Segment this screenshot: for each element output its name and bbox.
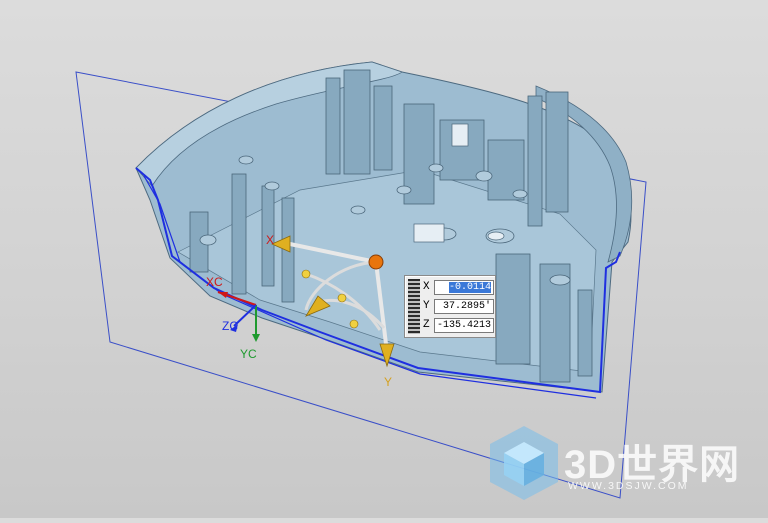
y-coordinate-row: Y 37.2895' [423, 299, 495, 316]
z-coordinate-field[interactable]: -135.4213 [434, 318, 494, 333]
rotate-handle[interactable] [337, 293, 347, 303]
yc-label: YC [240, 347, 257, 361]
manipulator-x-label: X [266, 233, 274, 247]
cube-logo-icon [490, 426, 558, 500]
rotate-handle[interactable] [349, 319, 359, 329]
origin-handle[interactable] [368, 254, 384, 270]
z-coordinate-row: Z -135.4213 [423, 318, 495, 335]
x-coordinate-field[interactable]: -0.0114 [434, 280, 494, 295]
x-coordinate-value: -0.0114 [448, 282, 491, 293]
watermark: 3D世界网 WWW.3DSJW.COM [486, 422, 746, 502]
zc-label: ZC [222, 319, 238, 333]
coordinate-input-panel[interactable]: X -0.0114 Y 37.2895' Z -135.4213 [404, 275, 496, 338]
z-label: Z [423, 319, 430, 331]
manipulator-y-label: Y [384, 375, 392, 389]
y-label: Y [423, 300, 430, 312]
rotate-handle[interactable] [301, 269, 311, 279]
xc-label: XC [206, 275, 223, 289]
watermark-url: WWW.3DSJW.COM [568, 480, 689, 492]
graphics-viewport[interactable]: XC YC ZC Y X X -0.0114 Y 37.2895' Z -135… [0, 0, 768, 518]
x-label: X [423, 281, 430, 293]
y-coordinate-field[interactable]: 37.2895' [434, 299, 494, 314]
x-coordinate-row: X -0.0114 [423, 280, 495, 297]
drag-grip-handle[interactable] [408, 279, 420, 334]
